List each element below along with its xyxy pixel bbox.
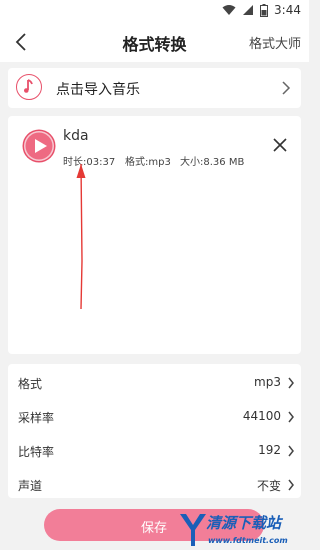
wifi-icon [222, 5, 236, 15]
setting-value: 不变 [256, 479, 281, 493]
format-master-button[interactable]: 格式大师 [249, 33, 301, 52]
file-duration: 时长:03:37 [63, 157, 116, 168]
setting-row-bitrate[interactable]: 比特率 192 [8, 433, 301, 467]
annotation-arrow [76, 163, 86, 310]
close-icon[interactable] [271, 136, 289, 154]
setting-value: 192 [258, 443, 281, 457]
setting-label: 声道 [18, 479, 43, 493]
chevron-right-icon [282, 81, 291, 95]
status-bar: 3:44 [0, 0, 309, 22]
chevron-right-icon [288, 445, 294, 457]
setting-row-format[interactable]: 格式 mp3 [8, 365, 301, 399]
import-music-label: 点击导入音乐 [56, 82, 140, 98]
setting-label: 格式 [18, 377, 43, 391]
save-button[interactable]: 保存 [44, 509, 264, 541]
file-card: kda 时长:03:37 格式:mp3 大小:8.36 MB [8, 116, 301, 354]
settings-card: 格式 mp3 采样率 44100 比特率 192 声道 不变 [8, 364, 301, 498]
save-button-label: 保存 [140, 521, 167, 536]
setting-label: 比特率 [18, 445, 55, 459]
music-note-icon [16, 74, 42, 100]
chevron-right-icon [288, 479, 294, 491]
chevron-right-icon [288, 411, 294, 423]
setting-row-channel[interactable]: 声道 不变 [8, 467, 301, 501]
setting-value: mp3 [254, 375, 281, 389]
import-music-button[interactable]: 点击导入音乐 [8, 68, 301, 108]
battery-icon [260, 3, 269, 17]
status-time: 3:44 [274, 3, 301, 17]
status-icons: 3:44 [222, 3, 301, 17]
setting-value: 44100 [242, 409, 281, 423]
file-format: 格式:mp3 [125, 157, 171, 168]
chevron-right-icon [288, 377, 294, 389]
file-name: kda [63, 128, 89, 144]
setting-label: 采样率 [18, 411, 55, 425]
file-size: 大小:8.36 MB [180, 157, 245, 168]
play-icon[interactable] [22, 129, 56, 163]
signal-icon [243, 5, 254, 15]
app-bar: 格式转换 格式大师 [0, 22, 309, 62]
setting-row-sample-rate[interactable]: 采样率 44100 [8, 399, 301, 433]
